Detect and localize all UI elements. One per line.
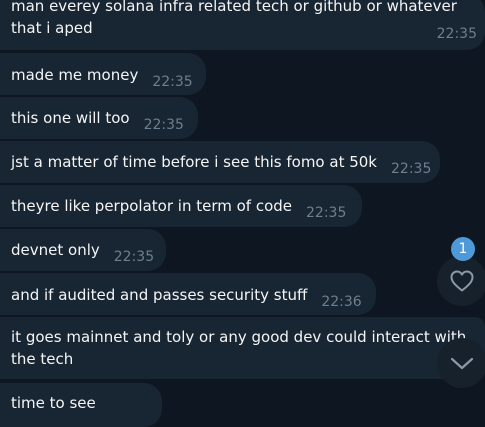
message-timestamp: 22:35 bbox=[152, 74, 193, 90]
message-timestamp: 22:35 bbox=[306, 205, 347, 221]
message-bubble[interactable]: theyre like perpolator in term of code 22… bbox=[0, 185, 362, 227]
message-bubble[interactable]: it goes mainnet and toly or any good dev… bbox=[0, 317, 485, 379]
message-text-line: man everey solana infra related tech or … bbox=[11, 0, 457, 15]
message-bubble[interactable]: this one will too 22:35 bbox=[0, 97, 198, 139]
message-timestamp: 22:35 bbox=[113, 249, 155, 265]
message-timestamp: 22:36 bbox=[321, 294, 362, 310]
message-timestamp: 22:35 bbox=[143, 117, 184, 133]
message-text: devnet only bbox=[11, 241, 100, 259]
message-text-line: it goes mainnet and toly or any good dev… bbox=[11, 328, 467, 346]
reactions-count-badge: 1 bbox=[451, 237, 475, 261]
chevron-down-icon bbox=[450, 357, 474, 370]
message-text: made me money bbox=[11, 66, 139, 84]
message-text: time to see bbox=[11, 394, 96, 412]
message-text: and if audited and passes security stuff bbox=[11, 286, 308, 304]
message-bubble[interactable]: time to see bbox=[0, 383, 162, 427]
scroll-down-button[interactable] bbox=[437, 338, 485, 388]
message-bubble[interactable]: man everey solana infra related tech or … bbox=[0, 0, 485, 50]
message-text: this one will too bbox=[11, 109, 130, 127]
chat-history[interactable]: man everey solana infra related tech or … bbox=[0, 0, 485, 427]
reactions-button[interactable] bbox=[437, 256, 485, 306]
message-timestamp: 22:35 bbox=[436, 26, 477, 42]
message-text-line: the tech bbox=[11, 350, 74, 368]
message-text-line: that i aped bbox=[11, 19, 93, 37]
message-bubble[interactable]: made me money 22:35 bbox=[0, 53, 206, 95]
message-text: jst a matter of time before i see this f… bbox=[11, 153, 377, 171]
message-bubble[interactable]: and if audited and passes security stuff… bbox=[0, 273, 376, 315]
message-bubble[interactable]: devnet only 22:35 bbox=[0, 229, 166, 271]
message-bubble[interactable]: jst a matter of time before i see this f… bbox=[0, 141, 440, 183]
heart-icon bbox=[450, 270, 474, 292]
message-text: theyre like perpolator in term of code bbox=[11, 197, 293, 215]
message-timestamp: 22:35 bbox=[391, 161, 432, 177]
